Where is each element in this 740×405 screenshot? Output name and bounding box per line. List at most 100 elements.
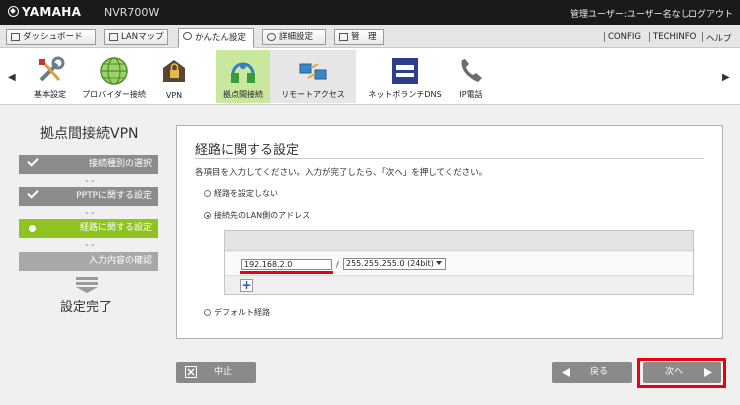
tab-label: かんたん設定 [195, 33, 247, 43]
yamaha-logo-icon [8, 6, 19, 17]
tools-icon [39, 56, 65, 82]
back-label: 戻る [590, 367, 609, 377]
step-pptp-settings: PPTPに関する設定 [19, 187, 158, 206]
slash-separator: / [336, 260, 339, 269]
netmask-select[interactable]: 255.255.255.0 (24bit) [343, 258, 446, 270]
icon-label: プロバイダー接続 [82, 90, 146, 99]
config-link[interactable]: CONFIG [608, 32, 641, 42]
radio-default-route[interactable]: デフォルト経路 [204, 307, 270, 318]
back-button[interactable]: 戻る [552, 362, 632, 383]
arrow-left-icon [562, 368, 570, 377]
vpn-lock-icon [163, 60, 185, 82]
icon-label: リモートアクセス [281, 90, 345, 99]
route-table: / 255.255.255.0 (24bit) + [224, 230, 694, 295]
cancel-label: 中止 [214, 367, 233, 377]
tab-label: ダッシュボード [23, 32, 83, 42]
chevron-down-icon: ⌄⌄ [84, 176, 96, 184]
help-link[interactable]: ヘルプ [706, 32, 732, 44]
techinfo-link[interactable]: TECHINFO [653, 32, 696, 42]
radio-label: 経路を設定しない [214, 189, 278, 198]
logout-link[interactable]: ログアウト [688, 7, 733, 20]
step-connection-type: 接続種別の選択 [19, 155, 158, 174]
icon-ip-phone[interactable]: IP電話 [448, 50, 494, 103]
icon-label: VPN [165, 91, 183, 100]
step-route-settings: 経路に関する設定 [19, 219, 158, 238]
icon-label: ネットボランチDNS [368, 90, 442, 99]
radio-circle-icon[interactable] [204, 309, 211, 316]
close-icon [185, 366, 197, 378]
tab-lan-map[interactable]: LANマップ [104, 29, 168, 45]
complete-label: 設定完了 [60, 300, 113, 315]
globe-icon [100, 57, 128, 85]
ddns-icon [392, 58, 418, 84]
current-step-icon [29, 225, 36, 232]
panel-description: 各項目を入力してください。入力が完了したら、「次へ」を押してください。 [195, 168, 488, 178]
tab-label: 管 理 [351, 32, 377, 42]
divider [195, 158, 704, 159]
site-connection-icon [231, 62, 255, 83]
gear-icon [267, 33, 276, 41]
radio-lan-address[interactable]: 接続先のLAN側のアドレス [204, 210, 310, 221]
route-row: / 255.255.255.0 (24bit) [225, 252, 693, 276]
icon-vpn[interactable]: VPN [152, 50, 196, 103]
prev-arrow-icon[interactable]: ◀ [8, 72, 16, 83]
divider [702, 32, 703, 42]
next-arrow-icon[interactable]: ▶ [722, 72, 730, 83]
model-name: NVR700W [104, 6, 160, 19]
radio-label: 接続先のLAN側のアドレス [214, 211, 311, 220]
chevron-down-icon [436, 261, 442, 265]
next-button-highlight [637, 358, 726, 388]
menu-bar: ダッシュボード LANマップ かんたん設定 詳細設定 管 理 CONFIG TE… [0, 25, 740, 48]
chevron-down-icon: ⌄⌄ [84, 240, 96, 248]
tab-label: LANマップ [121, 32, 164, 42]
radio-circle-icon[interactable] [204, 190, 211, 197]
check-icon [27, 187, 39, 199]
wizard-title: 拠点間接続VPN [40, 126, 139, 142]
tab-advanced-settings[interactable]: 詳細設定 [262, 29, 326, 45]
route-settings-panel: 経路に関する設定 各項目を入力してください。入力が完了したら、「次へ」を押してく… [176, 125, 723, 339]
step-label: PPTPに関する設定 [76, 191, 152, 201]
highlight-underline [240, 271, 333, 274]
divider [649, 32, 650, 42]
radio-label: デフォルト経路 [214, 308, 270, 317]
tab-management[interactable]: 管 理 [334, 29, 384, 45]
icon-remote-access[interactable]: リモートアクセス [270, 50, 356, 103]
tab-dashboard[interactable]: ダッシュボード [6, 29, 96, 45]
step-label: 接続種別の選択 [88, 159, 152, 169]
user-info: 管理ユーザー:ユーザー名なし [570, 10, 690, 20]
icon-label: 基本設定 [34, 90, 66, 99]
panel-title: 経路に関する設定 [195, 143, 300, 158]
phone-icon [461, 59, 482, 82]
divider [604, 32, 605, 42]
radio-circle-icon[interactable] [204, 212, 211, 219]
remote-access-icon [299, 63, 327, 80]
function-icon-strip: ◀ 基本設定 プロバイダー接続 VPN 拠点間接続 リモートアクセス ネットボラ… [0, 48, 740, 105]
icon-site-connection[interactable]: 拠点間接続 [216, 50, 270, 103]
ip-address-input[interactable] [241, 259, 332, 270]
icon-label: IP電話 [459, 90, 483, 99]
arrow-down-icon [76, 277, 98, 293]
wrench-icon [339, 33, 348, 41]
chevron-down-icon: ⌄⌄ [84, 208, 96, 216]
icon-label: 拠点間接続 [223, 90, 263, 99]
brand-logo: YAMAHA [8, 5, 81, 19]
step-label: 経路に関する設定 [79, 223, 152, 233]
step-confirm-input: 入力内容の確認 [19, 252, 158, 271]
add-route-button[interactable]: + [240, 279, 253, 292]
tab-easy-setup[interactable]: かんたん設定 [178, 28, 254, 48]
radio-no-route[interactable]: 経路を設定しない [204, 188, 278, 199]
easy-setup-icon [183, 32, 192, 40]
icon-netvolante-dns[interactable]: ネットボランチDNS [362, 50, 448, 103]
top-bar: YAMAHA NVR700W 管理ユーザー:ユーザー名なし ログアウト [0, 0, 740, 25]
netmask-value: 255.255.255.0 (24bit) [346, 259, 434, 268]
icon-basic-settings[interactable]: 基本設定 [24, 50, 76, 103]
step-label: 入力内容の確認 [88, 256, 152, 266]
dashboard-icon [11, 33, 20, 41]
icon-provider-connection[interactable]: プロバイダー接続 [78, 50, 150, 103]
route-table-header [225, 231, 693, 251]
brand-name: YAMAHA [22, 5, 82, 19]
lan-map-icon [109, 33, 118, 41]
cancel-button[interactable]: 中止 [176, 362, 256, 383]
tab-label: 詳細設定 [279, 32, 314, 42]
check-icon [27, 155, 39, 167]
